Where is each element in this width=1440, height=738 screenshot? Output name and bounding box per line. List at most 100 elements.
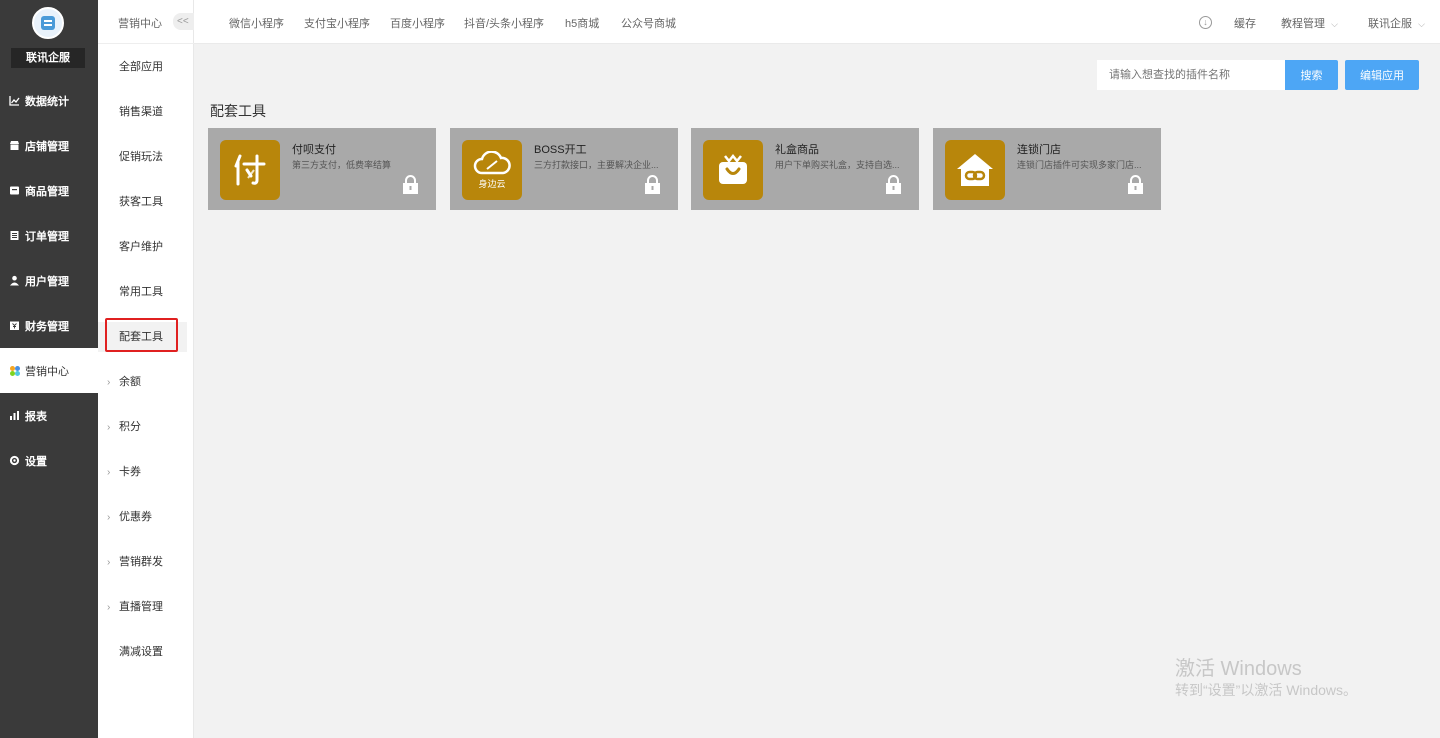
lock-icon [645, 175, 660, 194]
sidebar-item-label: 用户管理 [25, 275, 69, 288]
windows-activation-hint: 转到“设置”以激活 Windows。 [1175, 682, 1358, 698]
user-icon [9, 275, 20, 286]
report-icon [9, 410, 20, 421]
tab-baidu-mini[interactable]: 百度小程序 [390, 15, 445, 31]
sidebar-item-finance[interactable]: 财务管理 [0, 303, 98, 348]
top-bar: 微信小程序 支付宝小程序 百度小程序 抖音/头条小程序 h5商城 公众号商城 ↓… [194, 0, 1440, 44]
sidebar-item-goods[interactable]: 商品管理 [0, 168, 98, 213]
marketing-icon [9, 365, 20, 376]
brand-name: 联讯企服 [11, 48, 85, 68]
sidebar-item-marketing[interactable]: 营销中心 [0, 348, 98, 393]
tab-alipay-mini[interactable]: 支付宝小程序 [304, 15, 370, 31]
chevron-right-icon: › [107, 602, 111, 613]
tab-wechat-mini[interactable]: 微信小程序 [229, 15, 284, 31]
plugin-name: 连锁门店 [1017, 144, 1061, 156]
plugin-name: 礼盒商品 [775, 144, 819, 156]
store-icon [9, 140, 20, 151]
search-button[interactable]: 搜索 [1285, 60, 1338, 90]
tab-douyin-mini[interactable]: 抖音/头条小程序 [464, 15, 544, 31]
subnav-item-customer-care[interactable]: 客户维护 [98, 225, 194, 270]
chain-store-icon [945, 140, 1005, 200]
highlight-box [105, 318, 178, 352]
chevron-down-icon: ⌵ [1331, 19, 1338, 29]
plugin-description: 三方打款接口，主要解决企业... [534, 160, 659, 170]
plugin-name: 付呗支付 [292, 144, 336, 156]
gear-icon [9, 455, 20, 466]
finance-icon [9, 320, 20, 331]
cache-link[interactable]: 缓存 [1234, 15, 1256, 31]
subnav-item-discount[interactable]: 满减设置 [98, 630, 194, 675]
plugin-card[interactable]: 身边云 BOSS开工 三方打款接口，主要解决企业... [450, 128, 678, 210]
subnav-item-label: 优惠券 [119, 511, 152, 523]
subnav-item-label: 积分 [119, 421, 141, 433]
chevron-down-icon: ⌵ [1418, 19, 1425, 29]
search-input[interactable] [1097, 60, 1285, 90]
main-content: 搜索 编辑应用 配套工具 付呗支付 第三方支付，低费率结算 身边云 BOSS开工… [194, 45, 1440, 738]
tutorial-menu-label: 教程管理 [1281, 18, 1325, 30]
subnav-item-label: 余额 [119, 376, 141, 388]
sidebar-item-report[interactable]: 报表 [0, 393, 98, 438]
sidebar-item-label: 店铺管理 [25, 140, 69, 153]
logo-icon [32, 7, 64, 39]
account-menu[interactable]: 联讯企服 ⌵ [1368, 15, 1425, 31]
tutorial-menu[interactable]: 教程管理 ⌵ [1281, 15, 1338, 31]
tab-h5-mall[interactable]: h5商城 [565, 15, 599, 31]
logo-area: 联讯企服 [0, 0, 98, 78]
subnav-item-mass-messaging[interactable]: › 营销群发 [98, 540, 194, 585]
subnav-item-label: 营销群发 [119, 556, 163, 568]
cloud-icon-label: 身边云 [478, 178, 506, 189]
subnav-item-points[interactable]: › 积分 [98, 405, 194, 450]
sidebar-item-label: 设置 [25, 455, 47, 468]
plugin-card[interactable]: 连锁门店 连锁门店插件可实现多家门店... [933, 128, 1161, 210]
subnav-item-balance[interactable]: › 余额 [98, 360, 194, 405]
plugin-name: BOSS开工 [534, 144, 587, 156]
chevron-right-icon: › [107, 467, 111, 478]
goods-icon [9, 185, 20, 196]
subnav-item-label: 直播管理 [119, 601, 163, 613]
lock-icon [1128, 175, 1143, 194]
chart-line-icon [9, 95, 20, 106]
subnav-item-common-tools[interactable]: 常用工具 [98, 270, 194, 315]
lock-icon [886, 175, 901, 194]
plugin-card[interactable]: 付呗支付 第三方支付，低费率结算 [208, 128, 436, 210]
edit-apps-button[interactable]: 编辑应用 [1345, 60, 1419, 90]
sidebar-item-label: 数据统计 [25, 95, 69, 108]
download-icon[interactable]: ↓ [1199, 16, 1212, 29]
sidebar-item-label: 商品管理 [25, 185, 69, 198]
sidebar-item-data-stats[interactable]: 数据统计 [0, 78, 98, 123]
subnav-item-sales-channel[interactable]: 销售渠道 [98, 90, 194, 135]
sidebar-item-label: 财务管理 [25, 320, 69, 333]
section-title: 配套工具 [210, 103, 266, 119]
chevron-right-icon: › [107, 377, 111, 388]
chevron-right-icon: › [107, 557, 111, 568]
sidebar-item-settings[interactable]: 设置 [0, 438, 98, 483]
sidebar-item-orders[interactable]: 订单管理 [0, 213, 98, 258]
subnav-item-acquisition[interactable]: 获客工具 [98, 180, 194, 225]
tab-official-account-mall[interactable]: 公众号商城 [621, 15, 676, 31]
plugin-card[interactable]: 礼盒商品 用户下单购买礼盒，支持自选... [691, 128, 919, 210]
gift-bag-icon [703, 140, 763, 200]
subnav-header: 营销中心 << [98, 0, 197, 44]
sidebar-item-store[interactable]: 店铺管理 [0, 123, 98, 168]
lock-icon [403, 175, 418, 194]
plugin-description: 第三方支付，低费率结算 [292, 160, 392, 170]
cloud-icon: 身边云 [462, 140, 522, 200]
chevron-right-icon: › [107, 512, 111, 523]
sub-navigation: 营销中心 << 全部应用 销售渠道 促销玩法 获客工具 客户维护 常用工具 配套… [98, 0, 197, 738]
sidebar-item-label: 报表 [25, 410, 47, 423]
fubei-pay-icon [220, 140, 280, 200]
subnav-item-label: 卡券 [119, 466, 141, 478]
account-name: 联讯企服 [1368, 18, 1412, 30]
plugin-description: 用户下单购买礼盒，支持自选... [775, 160, 900, 170]
sidebar-item-label: 营销中心 [25, 365, 69, 378]
subnav-item-live[interactable]: › 直播管理 [98, 585, 194, 630]
subnav-item-all-apps[interactable]: 全部应用 [98, 45, 194, 90]
chevron-right-icon: › [107, 422, 111, 433]
sidebar-item-users[interactable]: 用户管理 [0, 258, 98, 303]
subnav-item-coupons[interactable]: › 优惠券 [98, 495, 194, 540]
main-sidebar: 联讯企服 数据统计 店铺管理 商品管理 订单管理 用户管理 财务管理 营销中心 … [0, 0, 98, 738]
subnav-item-promotion[interactable]: 促销玩法 [98, 135, 194, 180]
subnav-item-cards[interactable]: › 卡券 [98, 450, 194, 495]
subnav-title: 营销中心 [118, 18, 162, 30]
sidebar-item-label: 订单管理 [25, 230, 69, 243]
